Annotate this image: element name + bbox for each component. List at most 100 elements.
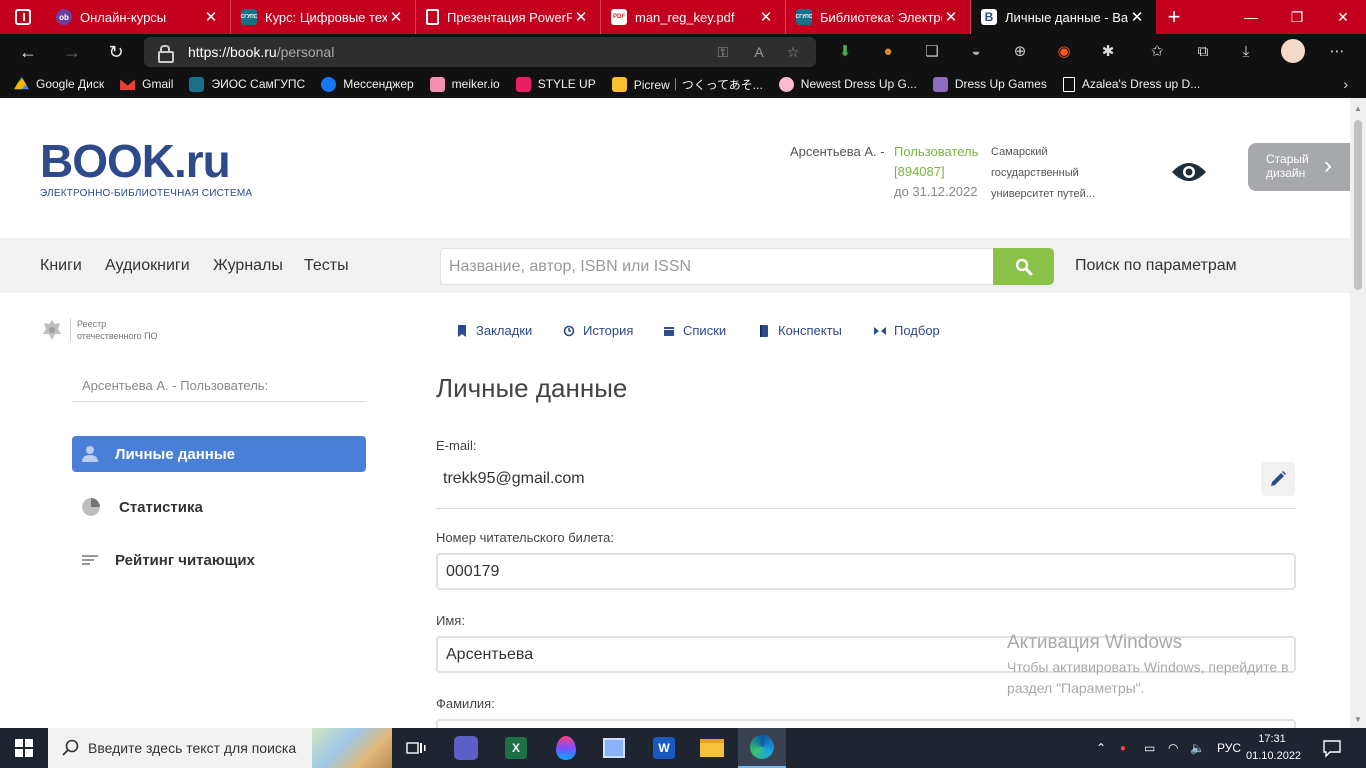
user-valid-until: до 31.12.2022 — [894, 184, 978, 199]
downloads-icon[interactable]: ⤓ — [1235, 40, 1257, 62]
tab-close-icon[interactable]: ✕ — [757, 8, 775, 26]
extensions-icon[interactable]: ✱ — [1097, 40, 1119, 62]
edit-email-button[interactable] — [1261, 462, 1295, 496]
planet-extension-icon[interactable]: ◒ — [965, 40, 987, 62]
search-button[interactable] — [993, 248, 1054, 285]
bookmark-item[interactable]: STYLE UP — [515, 76, 596, 92]
card-number-label: Номер читательского билета: — [436, 530, 614, 545]
red-extension-icon[interactable]: ◉ — [1053, 40, 1075, 62]
read-aloud-icon[interactable]: A — [750, 43, 768, 61]
nav-tests[interactable]: Тесты — [304, 257, 349, 275]
taskbar-word[interactable]: W — [640, 728, 688, 768]
taskbar-clock[interactable]: 17:31 01.10.2022 — [1246, 731, 1301, 765]
taskbar-teams[interactable] — [442, 728, 490, 768]
advanced-search-link[interactable]: Поиск по параметрам — [1075, 257, 1237, 275]
back-button[interactable]: ← — [6, 34, 50, 70]
taskbar-image-viewer[interactable] — [590, 728, 638, 768]
minimize-button[interactable]: ― — [1228, 0, 1274, 34]
tab-close-icon[interactable]: ✕ — [387, 8, 405, 26]
browser-tab[interactable]: Презентация PowerPo ✕ — [416, 0, 601, 34]
tab-selection[interactable]: Подбор — [874, 323, 940, 338]
tab-lists[interactable]: Списки — [663, 323, 726, 338]
old-design-button[interactable]: Старый дизайн › — [1248, 143, 1350, 191]
bookmark-item[interactable]: Picrew｜つくってあそ... — [611, 76, 763, 93]
taskbar-explorer[interactable] — [688, 728, 736, 768]
taskbar-paint[interactable] — [542, 728, 590, 768]
sidebar-item-label: Статистика — [119, 498, 203, 516]
browser-tab[interactable]: PDF man_reg_key.pdf ✕ — [601, 0, 786, 34]
tab-bookmarks[interactable]: Закладки — [456, 323, 532, 338]
bookmark-item[interactable]: meiker.io — [429, 76, 500, 92]
nav-audiobooks[interactable]: Аудиокниги — [105, 257, 190, 275]
browser-tab[interactable]: СГУПС Библиотека: Электрон ✕ — [786, 0, 971, 34]
close-window-button[interactable]: ✕ — [1320, 0, 1366, 34]
collections-icon[interactable]: ⧉ — [1192, 40, 1214, 62]
notification-icon[interactable] — [1322, 738, 1342, 758]
forward-button[interactable]: → — [50, 34, 94, 70]
tray-wifi[interactable]: ◠ — [1168, 728, 1178, 768]
sidebar-item-statistics[interactable]: Статистика — [72, 489, 366, 525]
start-button[interactable] — [0, 728, 48, 768]
tray-network-error[interactable]: ● — [1120, 728, 1126, 768]
taskbar-excel[interactable]: X — [492, 728, 540, 768]
tab-close-icon[interactable]: ✕ — [942, 8, 960, 26]
taskbar-search-placeholder: Введите здесь текст для поиска — [88, 740, 297, 756]
tab-history[interactable]: История — [563, 323, 633, 338]
accessibility-eye-icon[interactable] — [1171, 160, 1207, 184]
scroll-down-icon[interactable]: ▼ — [1353, 715, 1363, 724]
sidebar-item-personal-data[interactable]: Личные данные — [72, 436, 366, 472]
copy-extension-icon[interactable]: ❏ — [921, 40, 943, 62]
user-role[interactable]: Пользователь — [894, 142, 978, 162]
taskbar-edge[interactable] — [738, 728, 786, 768]
bookmark-item[interactable]: Google Диск — [14, 76, 104, 92]
edge-icon — [750, 735, 774, 759]
tab-close-icon[interactable]: ✕ — [202, 8, 220, 26]
search-input[interactable]: Название, автор, ISBN или ISSN — [440, 248, 996, 285]
page-scrollbar[interactable]: ▲ ▼ — [1350, 98, 1366, 728]
browser-tab-active[interactable]: B Личные данные - Ваш ✕ — [971, 0, 1156, 34]
lastname-field[interactable] — [436, 719, 1296, 728]
sidebar-item-rating[interactable]: Рейтинг читающих — [72, 542, 366, 578]
bookmark-item[interactable]: Azalea's Dress up D... — [1062, 76, 1200, 92]
bear-extension-icon[interactable]: ● — [877, 40, 899, 62]
tab-close-icon[interactable]: ✕ — [1128, 8, 1146, 26]
address-bar[interactable]: https://book.ru/personal ⚿ A ☆ — [144, 37, 816, 67]
favorites-icon[interactable]: ✩ — [1146, 40, 1168, 62]
taskbar-search-box[interactable]: Введите здесь текст для поиска — [48, 728, 392, 768]
chevron-right-icon[interactable]: › — [1343, 76, 1348, 92]
browser-tab[interactable]: оb Онлайн-курсы ✕ — [46, 0, 231, 34]
profile-avatar[interactable] — [1281, 39, 1305, 63]
reload-button[interactable]: ↻ — [94, 34, 138, 70]
globe-extension-icon[interactable]: ⊕ — [1009, 40, 1031, 62]
tab-favicon-icon: оb — [56, 9, 72, 25]
restore-button[interactable]: ❐ — [1274, 0, 1320, 34]
bookmark-item[interactable]: Newest Dress Up G... — [778, 76, 917, 92]
tray-volume[interactable]: 🔈 — [1190, 728, 1205, 768]
bookmark-item[interactable]: Dress Up Games — [932, 76, 1047, 92]
scroll-up-icon[interactable]: ▲ — [1353, 104, 1363, 113]
key-icon[interactable]: ⚿ — [714, 43, 732, 61]
meiker-icon — [429, 76, 445, 92]
scrollbar-thumb[interactable] — [1354, 120, 1362, 290]
task-view-button[interactable] — [392, 728, 440, 768]
tab-close-icon[interactable]: ✕ — [572, 8, 590, 26]
tray-language[interactable]: РУС — [1217, 728, 1241, 768]
bookmark-item[interactable]: Мессенджер — [321, 76, 414, 92]
site-logo[interactable]: BOOK.ru ЭЛЕКТРОННО-БИБЛИОТЕЧНАЯ СИСТЕМА — [40, 138, 252, 199]
tray-overflow-button[interactable]: ⌃ — [1096, 728, 1106, 768]
reestr-badge[interactable]: Реестр отечественного ПО — [40, 318, 158, 342]
more-menu-icon[interactable]: ⋯ — [1326, 40, 1348, 62]
new-tab-button[interactable]: + — [1156, 0, 1192, 34]
nav-books[interactable]: Книги — [40, 257, 82, 275]
bookmark-item[interactable]: ЭИОС СамГУПС — [189, 76, 305, 92]
tray-battery[interactable]: ▭ — [1144, 728, 1155, 768]
card-number-field[interactable]: 000179 — [436, 553, 1296, 590]
tab-actions-button[interactable] — [0, 0, 46, 34]
download-extension-icon[interactable]: ⬇ — [834, 40, 856, 62]
browser-tab[interactable]: СГУПС Курс: Цифровые техн ✕ — [231, 0, 416, 34]
add-favorite-icon[interactable]: ☆ — [784, 43, 802, 61]
bookmark-item[interactable]: Gmail — [120, 77, 173, 92]
tab-title: Курс: Цифровые техн — [265, 9, 387, 25]
nav-journals[interactable]: Журналы — [213, 257, 283, 275]
tab-notes[interactable]: Конспекты — [758, 323, 842, 338]
